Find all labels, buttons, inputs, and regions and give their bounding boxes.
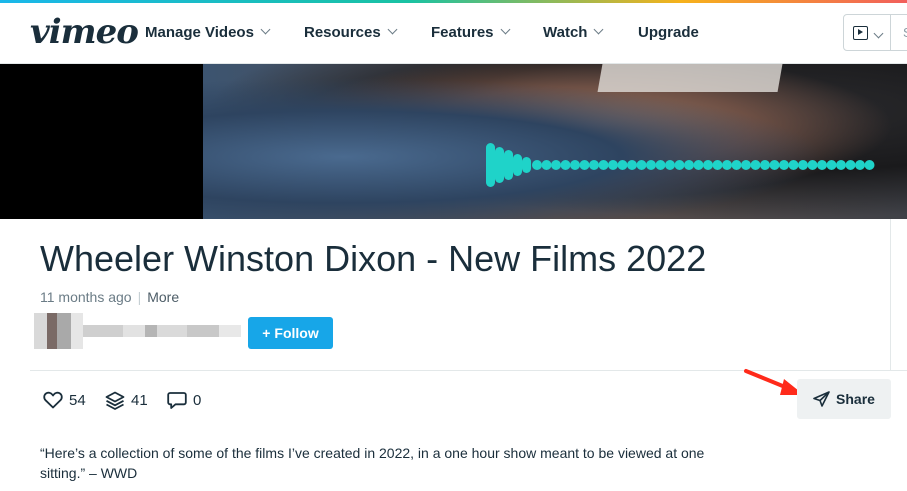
collections-button[interactable]: 41 xyxy=(105,391,148,410)
share-button-label: Share xyxy=(836,391,875,407)
redaction-block xyxy=(34,313,47,349)
waveform-dot xyxy=(646,160,656,170)
waveform-dot xyxy=(807,160,818,170)
follow-button[interactable]: + Follow xyxy=(248,317,333,349)
redaction-block xyxy=(123,325,145,337)
nav-watch-label: Watch xyxy=(543,24,588,41)
video-description: “Here’s a collection of some of the film… xyxy=(40,445,705,481)
waveform-dot xyxy=(532,160,542,170)
waveform-dot xyxy=(684,160,694,170)
waveform-bar xyxy=(495,147,504,183)
waveform-dot xyxy=(560,160,571,170)
layers-icon xyxy=(105,391,125,410)
waveform-dot xyxy=(655,160,666,170)
comments-button[interactable]: 0 xyxy=(167,391,201,410)
nav-features-label: Features xyxy=(431,24,494,41)
waveform-dot xyxy=(541,160,552,170)
nav-features[interactable]: Features xyxy=(431,24,510,41)
waveform-dot xyxy=(589,160,599,170)
new-video-menu-button[interactable] xyxy=(843,14,891,51)
waveform-dot xyxy=(712,160,723,170)
nav-resources-label: Resources xyxy=(304,24,381,41)
waveform-bar xyxy=(486,143,495,187)
waveform-dot xyxy=(798,160,808,170)
waveform-dot xyxy=(693,160,704,170)
waveform-dot xyxy=(722,160,732,170)
waveform-dot xyxy=(570,160,580,170)
redaction-block xyxy=(83,325,123,337)
waveform-dot xyxy=(627,160,637,170)
waveform-dot xyxy=(608,160,618,170)
nav-watch[interactable]: Watch xyxy=(543,24,604,41)
nav-resources[interactable]: Resources xyxy=(304,24,398,41)
waveform-dot xyxy=(864,160,875,170)
search-input-partial: S xyxy=(903,25,907,40)
comments-count: 0 xyxy=(193,392,202,409)
audio-waveform xyxy=(486,143,875,187)
waveform-dot xyxy=(617,160,628,170)
search-input[interactable]: S xyxy=(891,14,907,51)
video-icon xyxy=(853,26,868,40)
waveform-dot xyxy=(741,160,751,170)
waveform-dot xyxy=(817,160,827,170)
waveform-dot xyxy=(665,160,675,170)
waveform-dot xyxy=(598,160,609,170)
waveform-bar xyxy=(522,157,531,173)
content-divider-vertical xyxy=(890,219,891,371)
waveform-dot xyxy=(579,160,590,170)
chevron-down-icon xyxy=(260,24,271,35)
redaction-block xyxy=(187,325,219,337)
nav-upgrade[interactable]: Upgrade xyxy=(638,24,699,41)
posted-time: 11 months ago xyxy=(40,289,132,305)
waveform-dot xyxy=(855,160,865,170)
waveform-dot xyxy=(836,160,846,170)
paper-plane-icon xyxy=(813,391,830,407)
meta-separator: | xyxy=(137,289,142,305)
waveform-dot xyxy=(636,160,647,170)
redaction-block xyxy=(219,325,241,337)
redaction-block xyxy=(71,313,83,349)
chevron-down-icon xyxy=(873,28,884,39)
video-meta: 11 months ago | More xyxy=(40,289,179,305)
redaction-block xyxy=(57,313,71,349)
like-button[interactable]: 54 xyxy=(43,391,86,409)
follow-button-label: Follow xyxy=(274,325,319,341)
like-count: 54 xyxy=(69,391,86,409)
waveform-dot xyxy=(731,160,742,170)
redaction-block xyxy=(47,313,57,349)
waveform-bar xyxy=(513,154,522,176)
waveform-dot xyxy=(703,160,713,170)
vimeo-logo[interactable]: vimeo xyxy=(30,15,139,49)
collections-count: 41 xyxy=(131,392,148,409)
author-name-redacted[interactable] xyxy=(34,313,246,349)
waveform-dot xyxy=(750,160,761,170)
redaction-block xyxy=(157,325,187,337)
nav-manage-videos[interactable]: Manage Videos xyxy=(145,24,271,41)
video-title: Wheeler Winston Dixon - New Films 2022 xyxy=(40,238,707,279)
chevron-down-icon xyxy=(594,24,604,35)
nav-manage-videos-label: Manage Videos xyxy=(145,24,254,41)
waveform-dot xyxy=(845,160,856,170)
waveform-dot xyxy=(674,160,685,170)
comment-icon xyxy=(167,392,187,409)
waveform-dot xyxy=(551,160,561,170)
waveform-dot xyxy=(779,160,789,170)
waveform-dot xyxy=(826,160,837,170)
top-navigation: vimeo Manage Videos Resources Features W… xyxy=(0,3,907,64)
nav-upgrade-label: Upgrade xyxy=(638,24,699,41)
more-link[interactable]: More xyxy=(147,289,179,305)
waveform-dot xyxy=(788,160,799,170)
chevron-down-icon xyxy=(387,24,398,35)
video-player[interactable] xyxy=(0,64,907,219)
redaction-block xyxy=(145,325,157,337)
waveform-dot xyxy=(769,160,780,170)
plus-icon: + xyxy=(262,325,271,341)
heart-icon xyxy=(43,391,63,409)
share-button[interactable]: Share xyxy=(797,379,891,419)
waveform-bar xyxy=(504,150,513,180)
waveform-dot xyxy=(760,160,770,170)
chevron-down-icon xyxy=(500,24,510,35)
